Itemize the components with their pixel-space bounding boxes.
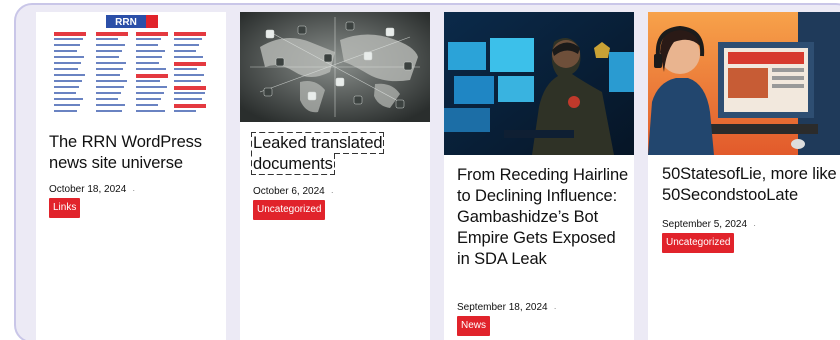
post-card[interactable]: 50StatesofLie, more like 50SecondstooLat…: [648, 12, 840, 340]
post-title[interactable]: From Receding Hairline to Declining Infl…: [457, 165, 629, 270]
post-thumbnail-world-map[interactable]: [240, 12, 430, 122]
category-badge[interactable]: News: [457, 316, 491, 336]
meta-separator: ·: [753, 219, 757, 230]
meta-separator: ·: [132, 184, 136, 195]
post-meta: September 5, 2024 ·: [662, 219, 756, 230]
post-date: September 5, 2024: [662, 219, 748, 230]
post-card[interactable]: Leaked translated documents October 6, 2…: [240, 12, 430, 340]
category-badge[interactable]: Uncategorized: [662, 233, 735, 253]
post-card[interactable]: From Receding Hairline to Declining Infl…: [444, 12, 634, 340]
post-thumbnail-operator-monitors[interactable]: [444, 12, 634, 155]
post-date: October 6, 2024: [253, 186, 325, 197]
post-thumbnail-site-list[interactable]: RRN: [36, 12, 226, 122]
meta-separator: ·: [553, 302, 557, 313]
post-title[interactable]: The RRN WordPress news site universe: [49, 132, 219, 174]
post-card[interactable]: RRN The RRN WordPress news site universe…: [36, 12, 226, 340]
category-badge[interactable]: Links: [49, 198, 81, 218]
post-date: September 18, 2024: [457, 302, 548, 313]
post-meta: October 6, 2024 ·: [253, 186, 334, 197]
post-title[interactable]: 50StatesofLie, more like 50SecondstooLat…: [662, 164, 840, 206]
post-title[interactable]: Leaked translated documents: [250, 132, 423, 175]
post-meta: October 18, 2024 ·: [49, 184, 135, 195]
rrn-logo: RRN: [115, 17, 137, 28]
meta-separator: ·: [330, 186, 334, 197]
post-date: October 18, 2024: [49, 184, 127, 195]
post-title-link[interactable]: Leaked translated documents: [250, 132, 385, 175]
post-meta: September 18, 2024 ·: [457, 302, 557, 313]
post-thumbnail-headset-woman[interactable]: [648, 12, 840, 155]
category-badge[interactable]: Uncategorized: [253, 200, 326, 220]
